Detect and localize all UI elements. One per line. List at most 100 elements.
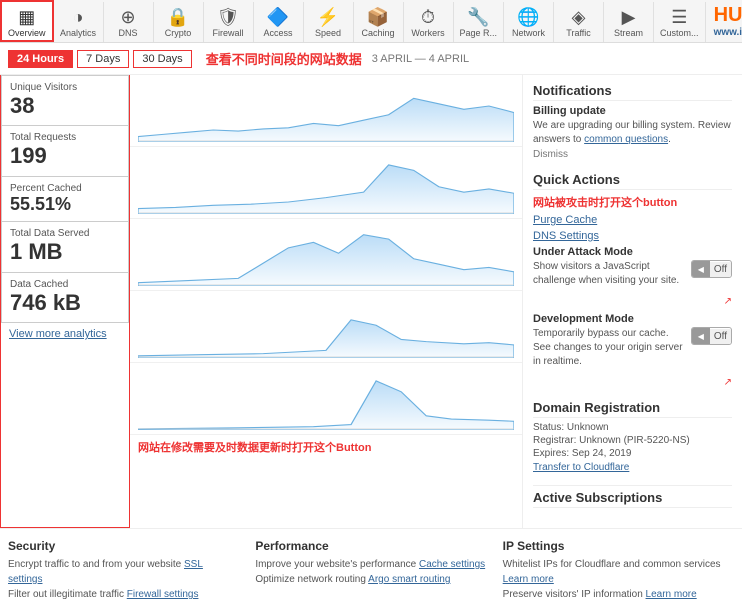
- ip-learn-more-link1[interactable]: Learn more: [503, 574, 554, 585]
- stat-value-cached: 55.51%: [10, 194, 120, 216]
- nav-item-dns[interactable]: ⊕ DNS: [104, 2, 154, 42]
- nav-label-dns: DNS: [119, 28, 138, 38]
- security-col: Security Encrypt traffic to and from you…: [8, 539, 239, 602]
- crypto-icon: 🔒: [167, 8, 189, 26]
- domain-registration-section: Domain Registration Status: Unknown Regi…: [533, 400, 732, 473]
- toggle-track-dev: ◀: [692, 328, 710, 344]
- nav-item-analytics[interactable]: ◑ Analytics: [54, 2, 104, 42]
- access-icon: 🔷: [267, 8, 289, 26]
- stat-percent-cached: Percent Cached 55.51%: [1, 176, 129, 223]
- performance-text2: Optimize network routing Argo smart rout…: [255, 572, 486, 587]
- nav-item-access[interactable]: 🔷 Access: [254, 2, 304, 42]
- nav-label-caching: Caching: [362, 28, 395, 38]
- nav-item-stream[interactable]: ▶ Stream: [604, 2, 654, 42]
- time-filter-bar: 24 Hours 7 Days 30 Days 查看不同时间段的网站数据 3 A…: [0, 43, 742, 75]
- update-note: 网站在修改需要及时数据更新时打开这个Button: [130, 435, 522, 459]
- transfer-link[interactable]: Transfer to Cloudflare: [533, 462, 629, 473]
- nav-item-overview[interactable]: ▦ Overview: [0, 0, 54, 42]
- view-more-analytics[interactable]: View more analytics: [1, 322, 129, 346]
- purge-cache-link[interactable]: Purge Cache: [533, 214, 732, 226]
- nav-item-workers[interactable]: ⏱ Workers: [404, 2, 454, 42]
- common-questions-link[interactable]: common questions: [584, 134, 668, 145]
- dev-mode-label: Development Mode: [533, 313, 732, 325]
- chart-cached-svg: [138, 226, 514, 286]
- domain-status: Status: Unknown: [533, 422, 732, 433]
- dev-mode-toggle-row: Temporarily bypass our cache. See change…: [533, 327, 732, 369]
- ip-settings-col: IP Settings Whitelist IPs for Cloudflare…: [503, 539, 734, 602]
- dismiss-button[interactable]: Dismiss: [533, 149, 732, 160]
- performance-text1: Improve your website's performance Cache…: [255, 557, 486, 572]
- nav-item-custom[interactable]: ☰ Custom...: [654, 2, 706, 42]
- stats-panel: Unique Visitors 38 Total Requests 199 Pe…: [0, 75, 130, 528]
- stat-value-dcached: 746 kB: [10, 290, 120, 316]
- billing-title: Billing update: [533, 105, 732, 117]
- stat-label-dcached: Data Cached: [10, 279, 120, 290]
- chart-data-served: [130, 291, 522, 363]
- chart-visitors-svg: [138, 82, 514, 142]
- chart-data-cached-svg: [138, 370, 514, 430]
- stat-value-data: 1 MB: [10, 239, 120, 265]
- security-title: Security: [8, 539, 239, 553]
- stat-value-visitors: 38: [10, 93, 120, 119]
- nav-item-page-rules[interactable]: 🔧 Page R...: [454, 2, 505, 42]
- nav-label-custom: Custom...: [660, 28, 699, 38]
- dns-settings-link[interactable]: DNS Settings: [533, 230, 732, 242]
- nav-item-speed[interactable]: ⚡ Speed: [304, 2, 354, 42]
- arrow-note-dev: ↗: [533, 377, 732, 388]
- workers-icon: ⏱: [421, 8, 435, 26]
- security-text1: Encrypt traffic to and from your website…: [8, 557, 239, 587]
- under-attack-toggle-row: Show visitors a JavaScript challenge whe…: [533, 260, 732, 288]
- ip-text2: Preserve visitors' IP information Learn …: [503, 587, 734, 602]
- nav-item-firewall[interactable]: 🛡 Firewall: [204, 2, 254, 42]
- notifications-section: Notifications Billing update We are upgr…: [533, 83, 732, 160]
- main-content: Unique Visitors 38 Total Requests 199 Pe…: [0, 75, 742, 528]
- firewall-settings-link[interactable]: Firewall settings: [127, 589, 199, 600]
- time-btn-24h[interactable]: 24 Hours: [8, 50, 73, 68]
- logo-url: www.imhunk.com: [714, 27, 742, 38]
- nav-item-network[interactable]: 🌐 Network: [504, 2, 554, 42]
- quick-actions-title: Quick Actions: [533, 172, 732, 190]
- nav-label-access: Access: [264, 28, 293, 38]
- dev-mode-section: Development Mode Temporarily bypass our …: [533, 313, 732, 388]
- time-btn-30d[interactable]: 30 Days: [133, 50, 191, 68]
- cache-settings-link[interactable]: Cache settings: [419, 559, 485, 570]
- argo-link[interactable]: Argo smart routing: [368, 574, 450, 585]
- ip-learn-more-link2[interactable]: Learn more: [646, 589, 697, 600]
- page-rules-icon: 🔧: [467, 8, 489, 26]
- nav-item-crypto[interactable]: 🔒 Crypto: [154, 2, 204, 42]
- nav-label-workers: Workers: [411, 28, 444, 38]
- stat-data-cached: Data Cached 746 kB: [1, 272, 129, 323]
- nav-label-page-rules: Page R...: [460, 28, 498, 38]
- toggle-track-attack: ◀: [692, 261, 710, 277]
- dev-mode-toggle[interactable]: ◀ Off: [691, 327, 732, 345]
- security-text2: Filter out illegitimate traffic Firewall…: [8, 587, 239, 602]
- toggle-label-attack: Off: [710, 262, 731, 277]
- nav-item-traffic[interactable]: ◈ Traffic: [554, 2, 604, 42]
- dev-mode-desc: Temporarily bypass our cache. See change…: [533, 327, 687, 369]
- stat-value-requests: 199: [10, 143, 120, 169]
- domain-expires: Expires: Sep 24, 2019: [533, 448, 732, 459]
- time-btn-7d[interactable]: 7 Days: [77, 50, 129, 68]
- top-navigation: ▦ Overview ◑ Analytics ⊕ DNS 🔒 Crypto 🛡 …: [0, 0, 742, 43]
- speed-icon: ⚡: [317, 8, 339, 26]
- domain-title: Domain Registration: [533, 400, 732, 418]
- active-subscriptions-section: Active Subscriptions: [533, 485, 732, 508]
- nav-item-caching[interactable]: 📦 Caching: [354, 2, 404, 42]
- firewall-icon: 🛡: [217, 8, 240, 26]
- logo: HUNK www.imhunk.com: [706, 0, 742, 42]
- caching-icon: 📦: [367, 8, 389, 26]
- stat-label-cached: Percent Cached: [10, 183, 120, 194]
- under-attack-desc: Show visitors a JavaScript challenge whe…: [533, 260, 687, 288]
- nav-items-container: ▦ Overview ◑ Analytics ⊕ DNS 🔒 Crypto 🛡 …: [0, 0, 706, 42]
- chart-cached: [130, 219, 522, 291]
- nav-label-analytics: Analytics: [60, 28, 96, 38]
- arrow-note-attack: ↗: [533, 296, 732, 307]
- chart-data-cached: [130, 363, 522, 435]
- date-range: 3 APRIL — 4 APRIL: [372, 53, 469, 65]
- under-attack-toggle[interactable]: ◀ Off: [691, 260, 732, 278]
- nav-label-stream: Stream: [614, 28, 643, 38]
- nav-label-overview: Overview: [8, 28, 46, 38]
- stream-icon: ▶: [622, 8, 636, 26]
- chart-requests-svg: [138, 154, 514, 214]
- charts-area: 网站在修改需要及时数据更新时打开这个Button: [130, 75, 522, 528]
